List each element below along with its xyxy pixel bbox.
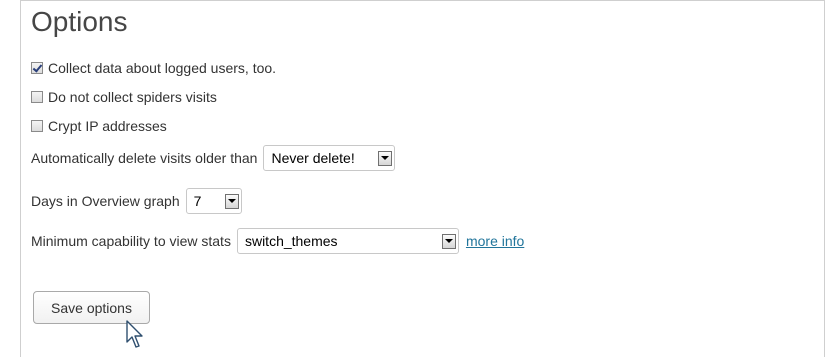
delete-visits-select[interactable]: Never delete! bbox=[263, 145, 396, 171]
delete-visits-row: Automatically delete visits older than N… bbox=[31, 145, 396, 171]
overview-days-value: 7 bbox=[193, 193, 202, 209]
more-info-link[interactable]: more info bbox=[466, 233, 524, 249]
min-capability-value: switch_themes bbox=[244, 233, 338, 249]
no-spiders-label[interactable]: Do not collect spiders visits bbox=[48, 89, 217, 105]
chevron-down-icon[interactable] bbox=[224, 193, 239, 209]
page-title: Options bbox=[31, 6, 128, 37]
chevron-down-icon[interactable] bbox=[378, 150, 393, 166]
overview-days-label: Days in Overview graph bbox=[31, 193, 180, 209]
crypt-ip-label[interactable]: Crypt IP addresses bbox=[48, 118, 167, 134]
collect-logged-users-row: Collect data about logged users, too. bbox=[31, 60, 276, 76]
crypt-ip-row: Crypt IP addresses bbox=[31, 118, 167, 134]
overview-days-row: Days in Overview graph 7 bbox=[31, 188, 242, 214]
collect-logged-users-checkbox[interactable] bbox=[31, 62, 43, 74]
chevron-down-icon[interactable] bbox=[441, 233, 456, 249]
delete-visits-value: Never delete! bbox=[271, 150, 355, 166]
crypt-ip-checkbox[interactable] bbox=[31, 120, 43, 132]
min-capability-select[interactable]: switch_themes bbox=[236, 228, 459, 254]
collect-logged-users-label[interactable]: Collect data about logged users, too. bbox=[48, 60, 276, 76]
min-capability-row: Minimum capability to view stats switch_… bbox=[31, 228, 524, 254]
overview-days-select[interactable]: 7 bbox=[185, 188, 242, 214]
mouse-pointer-icon bbox=[125, 320, 145, 355]
no-spiders-row: Do not collect spiders visits bbox=[31, 89, 217, 105]
delete-visits-label: Automatically delete visits older than bbox=[31, 150, 258, 166]
no-spiders-checkbox[interactable] bbox=[31, 91, 43, 103]
min-capability-label: Minimum capability to view stats bbox=[31, 233, 231, 249]
